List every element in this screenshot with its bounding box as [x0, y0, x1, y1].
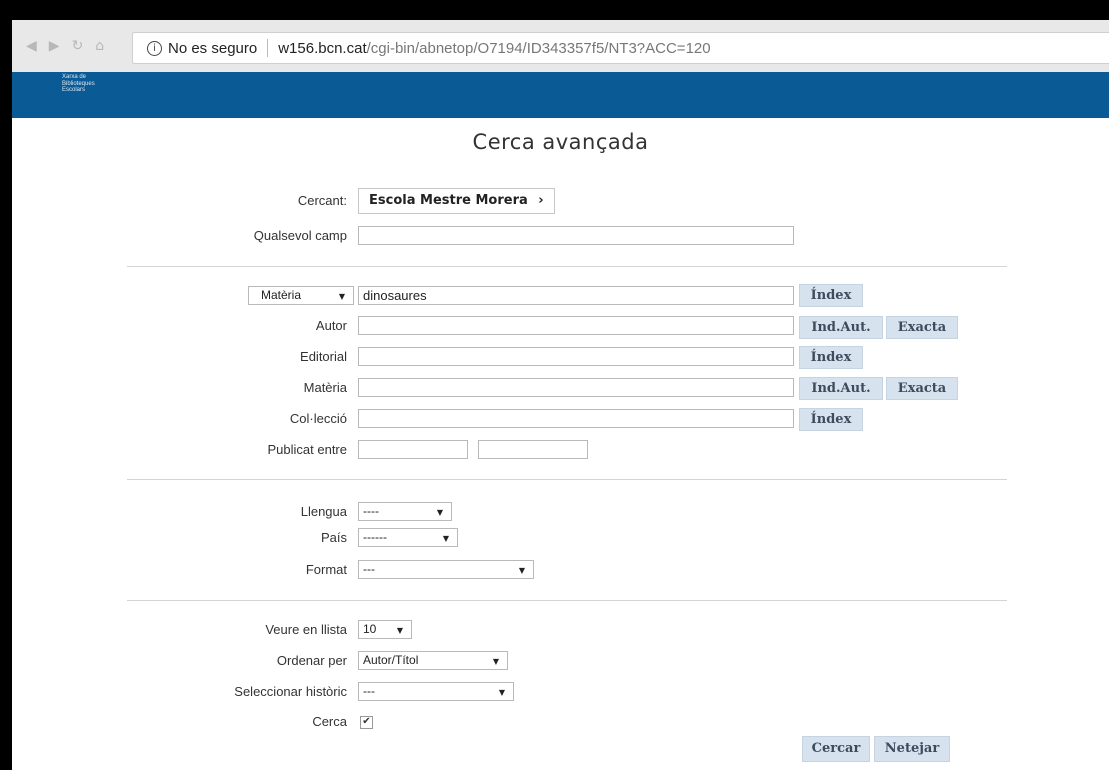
colleccio-input[interactable]: [358, 409, 794, 428]
back-icon[interactable]: ◀: [26, 38, 37, 54]
autor-label: Autor: [315, 318, 347, 333]
autor-input[interactable]: [358, 316, 794, 335]
address-separator: [267, 39, 269, 57]
ordenar-value: Autor/Títol: [363, 653, 419, 667]
dropdown-icon: ▼: [442, 534, 449, 543]
materia-label: Matèria: [303, 380, 347, 395]
editorial-input[interactable]: [358, 347, 794, 366]
reload-icon[interactable]: ↻: [72, 38, 84, 54]
netejar-button[interactable]: Netejar: [874, 736, 950, 762]
cercar-button[interactable]: Cercar: [802, 736, 870, 762]
url-host: w156.bcn.cat: [278, 39, 367, 57]
publicat-label: Publicat entre: [267, 442, 348, 457]
dropdown-icon: ▼: [436, 508, 443, 517]
cerca-checkbox[interactable]: ✔: [360, 716, 373, 729]
llengua-select[interactable]: ---- ▼: [358, 502, 452, 521]
format-label: Format: [305, 562, 347, 577]
materia-exacta-button[interactable]: Exacta: [886, 377, 958, 400]
ordenar-select[interactable]: Autor/Títol ▼: [358, 651, 508, 670]
cerca-label: Cerca: [312, 714, 347, 729]
materia-indaut-button[interactable]: Ind.Aut.: [799, 377, 883, 400]
url-path: /cgi-bin/abnetop/O7194/ID343357f5/NT3?AC…: [366, 39, 711, 57]
materia-input[interactable]: [358, 378, 794, 397]
home-icon[interactable]: ⌂: [95, 38, 104, 54]
pais-label: País: [320, 530, 347, 545]
llengua-value: ----: [363, 504, 379, 518]
ordenar-label: Ordenar per: [276, 653, 347, 668]
library-name: Escola Mestre Morera: [369, 193, 528, 208]
pais-value: ------: [363, 530, 387, 544]
dropdown-icon: ▼: [396, 626, 403, 635]
historic-value: ---: [363, 684, 375, 698]
veure-value: 10: [363, 622, 377, 636]
publicat-to-input[interactable]: [478, 440, 588, 459]
page-title: Cerca avançada: [472, 130, 649, 154]
autor-indaut-button[interactable]: Ind.Aut.: [799, 316, 883, 339]
format-value: ---: [363, 562, 375, 576]
logo-line: Escolars: [62, 87, 86, 93]
site-header: Xarxa de Biblioteques Escolars: [12, 72, 1109, 118]
index-button[interactable]: Índex: [799, 284, 863, 307]
forward-icon[interactable]: ▶: [49, 38, 60, 54]
divider: [127, 479, 1007, 480]
veure-select[interactable]: 10 ▼: [358, 620, 412, 639]
info-icon[interactable]: i: [147, 40, 162, 56]
field-type-value: Matèria: [261, 288, 302, 302]
pais-select[interactable]: ------ ▼: [358, 528, 458, 547]
dropdown-icon: ▼: [518, 566, 525, 575]
address-bar[interactable]: i No es seguro w156.bcn.cat/cgi-bin/abne…: [132, 32, 1109, 64]
colleccio-label: Col·lecció: [289, 411, 347, 426]
colleccio-index-button[interactable]: Índex: [799, 408, 863, 431]
format-select[interactable]: --- ▼: [358, 560, 534, 579]
editorial-index-button[interactable]: Índex: [799, 346, 863, 369]
chevron-right-icon: ›: [538, 193, 544, 208]
field-type-input[interactable]: dinosaures: [358, 286, 794, 305]
publicat-from-input[interactable]: [358, 440, 468, 459]
qualsevol-camp-label: Qualsevol camp: [253, 228, 347, 243]
divider: [127, 266, 1007, 267]
veure-label: Veure en llista: [265, 622, 347, 637]
autor-exacta-button[interactable]: Exacta: [886, 316, 958, 339]
cercant-label: Cercant:: [297, 193, 347, 208]
field-type-select[interactable]: Matèria ▼: [248, 286, 354, 305]
dropdown-icon: ▼: [498, 688, 505, 697]
browser-toolbar: ◀ ▶ ↻ ⌂ i No es seguro w156.bcn.cat/cgi-…: [12, 20, 1109, 72]
dropdown-icon: ▼: [492, 657, 499, 666]
historic-label: Seleccionar històric: [234, 684, 347, 699]
divider: [127, 600, 1007, 601]
nav-buttons: ◀ ▶ ↻ ⌂: [26, 38, 104, 54]
historic-select[interactable]: --- ▼: [358, 682, 514, 701]
llengua-label: Llengua: [300, 504, 347, 519]
library-selector-button[interactable]: Escola Mestre Morera ›: [358, 188, 555, 214]
site-logo[interactable]: Xarxa de Biblioteques Escolars: [62, 74, 95, 94]
qualsevol-camp-input[interactable]: [358, 226, 794, 245]
editorial-label: Editorial: [300, 349, 347, 364]
dropdown-icon: ▼: [338, 292, 345, 301]
security-label: No es seguro: [168, 39, 258, 57]
browser-window: ◀ ▶ ↻ ⌂ i No es seguro w156.bcn.cat/cgi-…: [12, 20, 1109, 770]
